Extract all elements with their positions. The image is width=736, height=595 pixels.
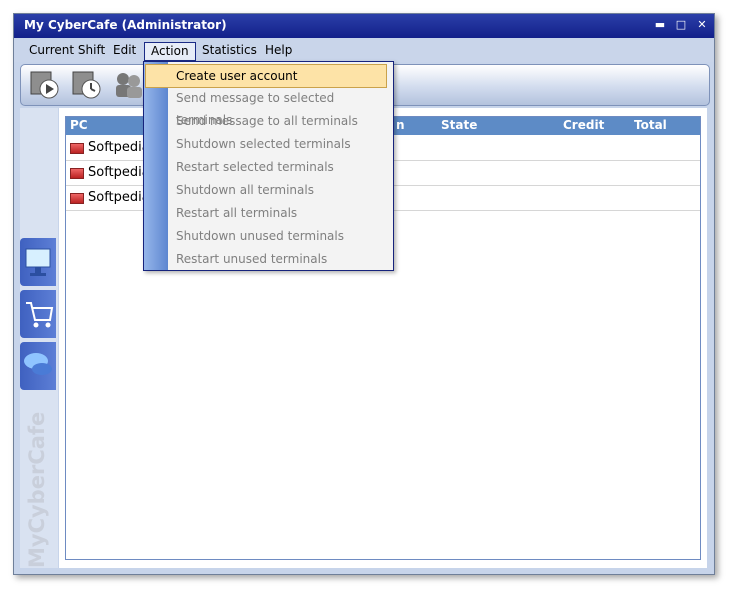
chat-icon[interactable]	[20, 342, 56, 390]
terminal-status-icon	[70, 193, 84, 204]
menu-item-send-message-selected[interactable]: Send message to selected terminals	[172, 87, 394, 127]
minimize-button[interactable]: ▬	[651, 17, 669, 33]
window-title: My CyberCafe (Administrator)	[24, 18, 227, 32]
header-pc: PC	[70, 118, 88, 132]
header-state: State	[441, 118, 478, 132]
maximize-button[interactable]: □	[672, 17, 690, 33]
brand-label: MyCyberCafe	[25, 411, 49, 568]
action-menu: Create user account Send message to sele…	[143, 61, 394, 271]
header-credit: Credit	[563, 118, 605, 132]
menu-item-send-message-all[interactable]: Send message to all terminals	[172, 110, 394, 132]
cart-icon[interactable]	[20, 290, 56, 338]
menu-item-shutdown-unused[interactable]: Shutdown unused terminals	[172, 225, 394, 247]
menu-help[interactable]: Help	[259, 42, 298, 59]
menu-action[interactable]: Action	[144, 42, 196, 61]
users-icon[interactable]	[113, 70, 145, 100]
menu-statistics[interactable]: Statistics	[196, 42, 263, 59]
clock-icon[interactable]	[71, 70, 103, 100]
menu-edit[interactable]: Edit	[107, 42, 142, 59]
pc-name: Softpedia	[88, 140, 150, 155]
close-button[interactable]: ✕	[693, 17, 711, 33]
menu-strip	[144, 62, 168, 270]
menu-bar: Current Shift Edit Action Statistics Hel…	[14, 40, 714, 62]
title-bar: My CyberCafe (Administrator) ▬ □ ✕	[14, 14, 714, 38]
menu-item-shutdown-selected[interactable]: Shutdown selected terminals	[172, 133, 394, 155]
header-partial: n	[396, 118, 405, 132]
menu-item-restart-selected[interactable]: Restart selected terminals	[172, 156, 394, 178]
sidebar: MyCyberCafe	[20, 108, 58, 568]
menu-item-create-user-account[interactable]: Create user account	[145, 64, 387, 88]
terminal-status-icon	[70, 168, 84, 179]
terminal-status-icon	[70, 143, 84, 154]
pc-name: Softpedia	[88, 190, 150, 205]
menu-current-shift[interactable]: Current Shift	[23, 42, 111, 59]
menu-item-restart-unused[interactable]: Restart unused terminals	[172, 248, 394, 270]
pc-name: Softpedia	[88, 165, 150, 180]
menu-item-restart-all[interactable]: Restart all terminals	[172, 202, 394, 224]
monitor-icon[interactable]	[20, 238, 56, 286]
play-icon[interactable]	[29, 70, 61, 100]
header-total: Total	[634, 118, 667, 132]
menu-item-shutdown-all[interactable]: Shutdown all terminals	[172, 179, 394, 201]
